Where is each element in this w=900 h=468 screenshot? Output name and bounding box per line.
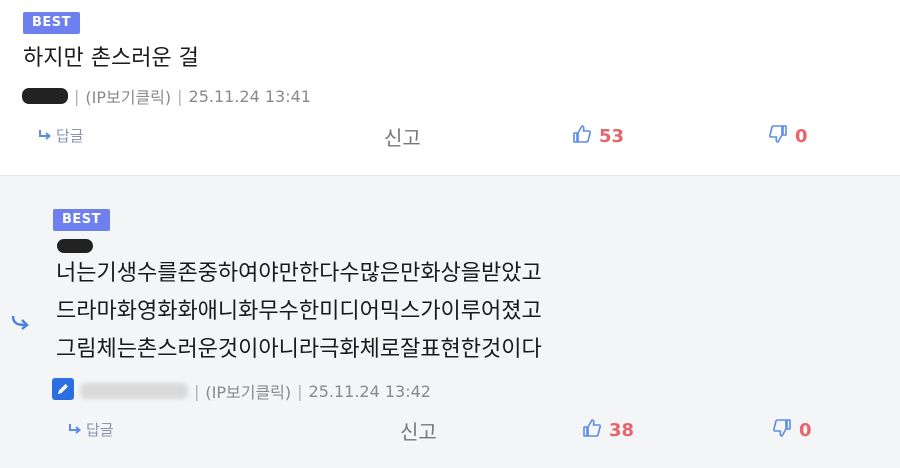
report-button[interactable]: 신고 [400, 416, 437, 445]
downvote-button[interactable]: 0 [768, 124, 808, 149]
thumbs-down-icon [768, 124, 788, 149]
comment-meta: | (IP보기클릭) | 25.11.24 13:42 [52, 378, 431, 404]
downvote-count: 0 [795, 126, 808, 147]
redacted-author [22, 88, 68, 104]
ip-view-link[interactable]: (IP보기클릭) [205, 379, 291, 403]
edit-pencil-icon [52, 378, 74, 404]
reply-label: 답글 [86, 421, 114, 439]
downvote-count: 0 [799, 420, 812, 441]
reply-arrow-icon [38, 127, 52, 145]
separator: | [177, 86, 183, 106]
comment-text-line: 드라마화영화화애니화무수한미디어믹스가이루어졌고 [56, 299, 542, 324]
reply-label: 답글 [56, 127, 84, 145]
comment-text-line: 너는기생수를존중하여야만한다수많은만화상을받았고 [56, 261, 542, 286]
report-button[interactable]: 신고 [384, 122, 421, 151]
downvote-button[interactable]: 0 [772, 418, 812, 443]
comment-meta: | (IP보기클릭) | 25.11.24 13:41 [22, 84, 311, 108]
separator: | [297, 381, 303, 401]
reply-arrow-icon [68, 421, 82, 439]
reply-button[interactable]: 답글 [38, 125, 84, 146]
reply-button[interactable]: 답글 [68, 419, 114, 440]
timestamp: 25.11.24 13:42 [308, 381, 431, 401]
comment-text: 하지만 촌스러운 걸 [23, 46, 199, 71]
upvote-button[interactable]: 53 [572, 124, 624, 149]
blurred-author [80, 383, 188, 399]
best-badge: BEST [53, 209, 111, 231]
thumbs-down-icon [772, 418, 792, 443]
best-badge: BEST [23, 12, 81, 34]
comment-text-line: 그림체는촌스러운것이아니라극화체로잘표현한것이다 [56, 337, 542, 362]
nested-reply-icon [11, 314, 31, 334]
separator: | [194, 381, 200, 401]
upvote-count: 53 [599, 126, 625, 147]
timestamp: 25.11.24 13:41 [188, 86, 311, 106]
thumbs-up-icon [572, 124, 592, 149]
separator: | [74, 86, 80, 106]
ip-view-link[interactable]: (IP보기클릭) [85, 84, 171, 108]
upvote-count: 38 [609, 420, 635, 441]
upvote-button[interactable]: 38 [582, 418, 634, 443]
thumbs-up-icon [582, 418, 602, 443]
